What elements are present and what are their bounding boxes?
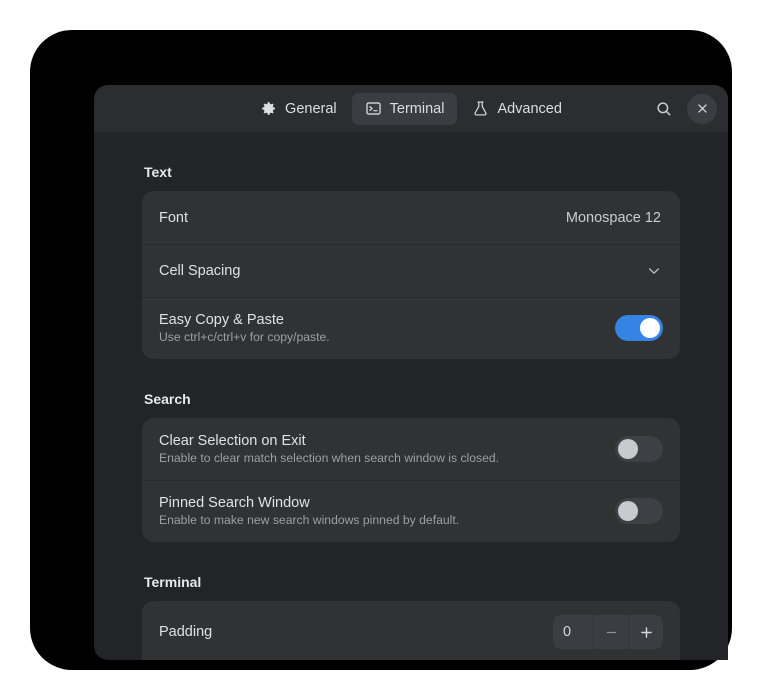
row-font-texts: Font [159,210,566,226]
row-clear-selection-on-exit[interactable]: Clear Selection on Exit Enable to clear … [142,418,680,480]
section-title-terminal: Terminal [144,574,202,590]
section-title-search: Search [144,391,191,407]
terminal-icon [365,100,382,117]
flask-icon [472,100,489,117]
row-easy-copy-paste-subtitle: Use ctrl+c/ctrl+v for copy/paste. [159,330,330,344]
header-bar: General Terminal Advanced [94,85,728,132]
preferences-window: General Terminal Advanced Text Font Mono… [94,85,728,660]
row-clear-selection-subtitle: Enable to clear match selection when sea… [159,451,500,465]
row-clear-selection-texts: Clear Selection on Exit Enable to clear … [159,433,615,465]
row-padding-texts: Padding [159,624,553,640]
gear-icon [260,100,277,117]
row-cell-spacing[interactable]: Cell Spacing [142,244,680,297]
tab-general[interactable]: General [247,93,350,125]
preferences-content: Text Font Monospace 12 Cell Spacing Easy… [94,164,728,660]
search-button[interactable] [649,94,679,124]
padding-value-input[interactable]: 0 [553,615,593,649]
section-title-text: Text [144,164,172,180]
toggle-knob [640,318,660,338]
row-pinned-search-subtitle: Enable to make new search windows pinned… [159,513,460,527]
row-pinned-search-window[interactable]: Pinned Search Window Enable to make new … [142,480,680,542]
clear-selection-toggle[interactable] [615,436,663,462]
row-easy-copy-paste-title: Easy Copy & Paste [159,312,284,328]
row-pinned-search-texts: Pinned Search Window Enable to make new … [159,495,615,527]
window-bezel: General Terminal Advanced Text Font Mono… [30,30,732,670]
close-button[interactable] [687,93,717,124]
row-font-title: Font [159,209,189,226]
row-easy-copy-paste[interactable]: Easy Copy & Paste Use ctrl+c/ctrl+v for … [142,297,680,359]
easy-copy-paste-toggle[interactable] [615,315,663,341]
padding-stepper[interactable]: 0 [553,615,663,649]
tab-general-label: General [285,100,337,117]
section-text-card: Font Monospace 12 Cell Spacing Easy Copy… [142,191,680,359]
row-clear-selection-title: Clear Selection on Exit [159,433,306,449]
toggle-knob [618,439,638,459]
close-icon [696,102,709,115]
row-padding[interactable]: Padding 0 [142,601,680,660]
pinned-search-toggle[interactable] [615,498,663,524]
row-pinned-search-title: Pinned Search Window [159,495,310,511]
chevron-down-icon[interactable] [645,262,663,280]
view-switcher: General Terminal Advanced [247,92,575,125]
search-icon [655,100,673,118]
toggle-knob [618,501,638,521]
tab-terminal-label: Terminal [389,100,445,117]
section-search-card: Clear Selection on Exit Enable to clear … [142,418,680,542]
padding-increment-button[interactable] [628,615,663,649]
tab-terminal[interactable]: Terminal [351,92,458,125]
font-value: Monospace 12 [565,209,661,226]
tab-advanced-label: Advanced [497,100,562,117]
header-actions [649,85,717,132]
section-terminal-card: Padding 0 [142,601,680,660]
row-cell-spacing-title: Cell Spacing [159,262,241,279]
row-easy-copy-paste-texts: Easy Copy & Paste Use ctrl+c/ctrl+v for … [159,312,615,344]
row-cell-spacing-texts: Cell Spacing [159,263,645,279]
row-font[interactable]: Font Monospace 12 [142,191,680,244]
padding-decrement-button[interactable] [593,615,628,649]
row-padding-title: Padding [159,624,213,640]
tab-advanced[interactable]: Advanced [459,93,575,125]
